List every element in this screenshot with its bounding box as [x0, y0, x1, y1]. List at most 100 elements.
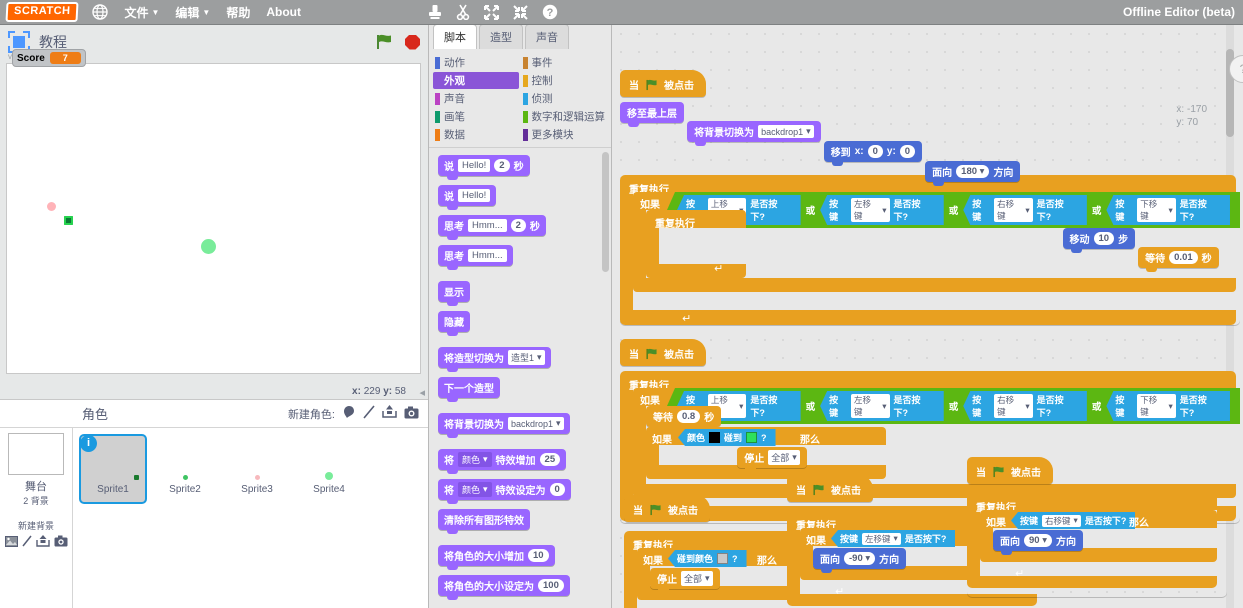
category-looks[interactable]: 外观	[433, 72, 519, 89]
block-move-steps[interactable]: 移动 10 步	[1062, 228, 1136, 253]
collapse-arrow-icon[interactable]: ◂	[419, 386, 425, 399]
upload-backdrop-icon[interactable]	[35, 535, 50, 550]
block-palette[interactable]: 说 Hello! 2 秒 说 Hello! 思考 Hmm... 2 秒 思考 H…	[429, 148, 611, 608]
grow-icon[interactable]	[484, 4, 499, 20]
block-input[interactable]: Hmm...	[468, 219, 507, 232]
block-dropdown[interactable]: 全部 ▾	[681, 571, 713, 586]
help-icon[interactable]: ?	[542, 4, 558, 20]
block-switch-backdrop[interactable]: 将背景切换为 backdrop1 ▾	[687, 121, 821, 146]
stage-sprite-pink[interactable]	[47, 202, 56, 211]
block-dropdown[interactable]: 左移键 ▾	[851, 198, 890, 222]
variable-watcher-score[interactable]: Score 7	[12, 49, 86, 67]
block-input[interactable]: 2	[510, 219, 526, 232]
block-dropdown[interactable]: 造型1 ▾	[508, 350, 545, 365]
color-swatch-a[interactable]	[709, 432, 721, 443]
scratch-logo[interactable]: SCRATCH	[5, 2, 79, 22]
block-input-x[interactable]: 0	[867, 145, 883, 158]
category-sensing[interactable]: 侦测	[521, 90, 608, 107]
category-data[interactable]: 数据	[433, 126, 519, 143]
sprite-item-sprite3[interactable]: Sprite3	[223, 434, 291, 504]
block-input[interactable]: 100	[538, 579, 564, 592]
choose-backdrop-icon[interactable]	[4, 535, 18, 550]
category-motion[interactable]: 动作	[433, 54, 519, 71]
block-key-pressed-left[interactable]: 按键 左移键 ▾ 是否按下?	[820, 195, 944, 225]
block-input[interactable]: Hmm...	[468, 249, 507, 262]
tab-scripts[interactable]: 脚本	[433, 24, 477, 49]
globe-icon[interactable]	[92, 4, 109, 20]
block-dropdown-direction[interactable]: 90 ▾	[1024, 534, 1052, 547]
scissors-delete-icon[interactable]	[456, 4, 470, 20]
paint-sprite-icon[interactable]	[363, 405, 375, 422]
block-input[interactable]: Hello!	[458, 189, 491, 202]
block-input[interactable]: 10	[1093, 232, 1115, 245]
block-dropdown[interactable]: backdrop1 ▾	[508, 417, 564, 430]
block-input[interactable]: 0.01	[1169, 251, 1198, 264]
choose-sprite-icon[interactable]	[342, 405, 356, 422]
palette-block-next-costume[interactable]: 下一个造型	[438, 377, 500, 402]
block-stop-all[interactable]: 停止 全部 ▾	[737, 447, 807, 472]
block-key-pressed-down[interactable]: 按键 下移键 ▾ 是否按下?	[1106, 391, 1230, 421]
block-key-pressed-right-5[interactable]: 按键 右移键 ▾ 是否按下?	[1011, 512, 1136, 529]
color-swatch[interactable]	[717, 553, 729, 564]
block-dropdown[interactable]: 右移键 ▾	[994, 198, 1033, 222]
block-input[interactable]: Hello!	[458, 159, 491, 172]
block-dropdown[interactable]: 左移键 ▾	[862, 532, 901, 545]
sprite-item-sprite2[interactable]: Sprite2	[151, 434, 219, 504]
paint-backdrop-icon[interactable]	[21, 535, 32, 550]
block-input[interactable]: 10	[528, 549, 549, 562]
category-sound[interactable]: 声音	[433, 90, 519, 107]
block-key-pressed-down[interactable]: 按键 下移键 ▾ 是否按下?	[1106, 195, 1230, 225]
block-key-pressed-right[interactable]: 按键 右移键 ▾ 是否按下?	[963, 391, 1087, 421]
palette-block-switch-backdrop[interactable]: 将背景切换为 backdrop1 ▾	[438, 413, 570, 438]
palette-scrollbar[interactable]	[602, 152, 609, 272]
scripts-canvas-panel[interactable]: ? x: -170 y: 70 当 被点击 移至最上层 将背景切换为 backd…	[611, 25, 1243, 608]
palette-block-change-size[interactable]: 将角色的大小增加 10	[438, 545, 555, 570]
green-flag-icon[interactable]	[375, 34, 393, 50]
block-forever-label[interactable]: 重复执行	[646, 211, 704, 234]
palette-block-set-effect[interactable]: 将 颜色 ▾ 特效设定为 0	[438, 479, 571, 504]
palette-block-switch-costume[interactable]: 将造型切换为 造型1 ▾	[438, 347, 551, 372]
block-input-y[interactable]: 0	[899, 145, 916, 158]
color-swatch-b[interactable]	[746, 432, 758, 443]
block-dropdown-direction[interactable]: -90 ▾	[844, 552, 876, 565]
camera-sprite-icon[interactable]	[404, 406, 419, 422]
block-go-to-front[interactable]: 移至最上层	[620, 102, 684, 127]
palette-block-hide[interactable]: 隐藏	[438, 311, 470, 336]
block-when-flag-clicked[interactable]: 当 被点击	[967, 457, 1053, 484]
block-input[interactable]: 25	[539, 453, 561, 466]
category-events[interactable]: 事件	[521, 54, 608, 71]
block-wait-secs-2[interactable]: 等待 0.8 秒	[646, 406, 722, 431]
block-key-pressed-left[interactable]: 按键 左移键 ▾ 是否按下?	[820, 391, 944, 421]
script-5[interactable]: 当 被点击 重复执行 如果 按键 右移键 ▾ 是否按下? 那么 面向 90 ▾ 方…	[967, 457, 1227, 597]
script-1[interactable]: 当 被点击 移至最上层 将背景切换为 backdrop1 ▾ 移到 x: 0 y:…	[620, 70, 1240, 325]
menu-item-about[interactable]: About	[266, 5, 301, 19]
category-control[interactable]: 控制	[521, 72, 608, 89]
palette-block-clear-effects[interactable]: 清除所有图形特效	[438, 509, 530, 534]
stage-sprite-green[interactable]	[201, 239, 216, 254]
block-or-2[interactable]: 按键 上移键▾ 是否按下? 或 按键 左移键▾ 是否按下? 或 按键 右移键▾ …	[667, 388, 1240, 424]
shrink-icon[interactable]	[513, 4, 528, 20]
block-dropdown[interactable]: 左移键 ▾	[851, 394, 890, 418]
sprite-item-sprite4[interactable]: Sprite4	[295, 434, 363, 504]
block-when-flag-clicked[interactable]: 当 被点击	[620, 70, 706, 97]
tab-sounds[interactable]: 声音	[525, 24, 569, 49]
block-when-flag-clicked[interactable]: 当 被点击	[624, 495, 710, 522]
tab-costumes[interactable]: 造型	[479, 24, 523, 49]
block-key-pressed-right[interactable]: 按键 右移键 ▾ 是否按下?	[963, 195, 1087, 225]
sprite-info-badge[interactable]: i	[80, 435, 97, 452]
block-when-flag-clicked[interactable]: 当 被点击	[787, 475, 873, 502]
block-dropdown[interactable]: 右移键 ▾	[994, 394, 1033, 418]
block-input[interactable]: 2	[494, 159, 510, 172]
stop-sign-icon[interactable]	[405, 34, 420, 50]
block-point-in-direction-4[interactable]: 面向 -90 ▾ 方向	[813, 548, 907, 573]
block-dropdown-direction[interactable]: 180 ▾	[956, 165, 990, 178]
menu-item-file[interactable]: 文件 ▼	[124, 4, 159, 21]
sprite-item-sprite1[interactable]: i Sprite1	[79, 434, 147, 504]
block-key-pressed-left-4[interactable]: 按键 左移键 ▾ 是否按下?	[831, 530, 956, 547]
stamp-duplicate-icon[interactable]	[428, 4, 442, 20]
block-dropdown[interactable]: backdrop1 ▾	[758, 125, 814, 138]
palette-block-show[interactable]: 显示	[438, 281, 470, 306]
palette-block-say-for-secs[interactable]: 说 Hello! 2 秒	[438, 155, 530, 180]
menu-item-help[interactable]: 帮助	[226, 4, 250, 21]
category-pen[interactable]: 画笔	[433, 108, 519, 125]
